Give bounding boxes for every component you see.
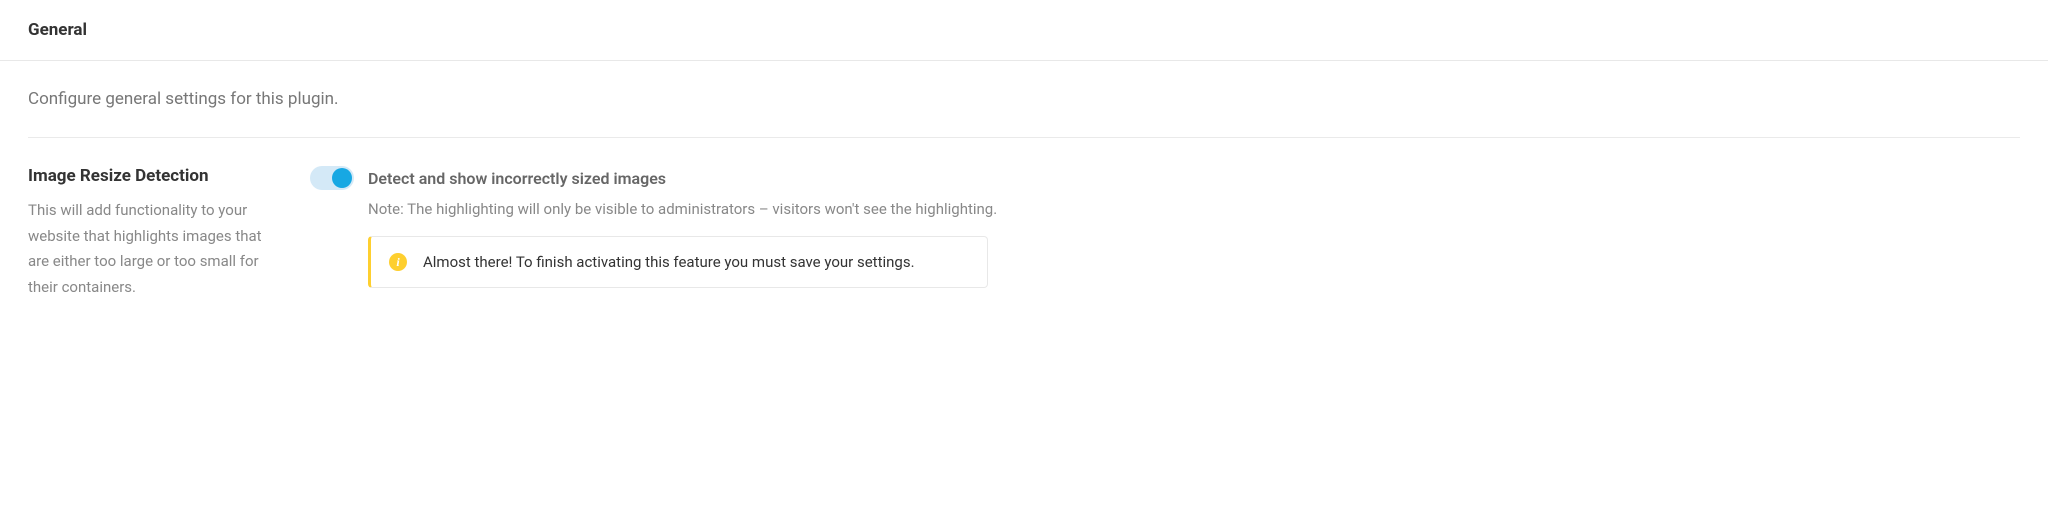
section-title: General [28, 20, 2020, 40]
alert-text: Almost there! To finish activating this … [423, 253, 915, 271]
image-resize-toggle[interactable] [310, 166, 354, 190]
info-icon-glyph: i [396, 255, 399, 270]
toggle-knob [332, 168, 352, 188]
toggle-row: Detect and show incorrectly sized images [310, 166, 2020, 190]
intro-text: Configure general settings for this plug… [28, 89, 2020, 109]
setting-right-col: Detect and show incorrectly sized images… [310, 166, 2020, 300]
content-area: Configure general settings for this plug… [0, 61, 2048, 328]
alert-box: i Almost there! To finish activating thi… [368, 236, 988, 288]
setting-row: Image Resize Detection This will add fun… [28, 138, 2020, 300]
section-header: General [0, 0, 2048, 61]
setting-description: This will add functionality to your webs… [28, 198, 278, 300]
info-icon: i [389, 253, 407, 271]
setting-title: Image Resize Detection [28, 166, 278, 186]
toggle-label: Detect and show incorrectly sized images [368, 169, 666, 188]
setting-note: Note: The highlighting will only be visi… [368, 200, 2020, 218]
setting-left-col: Image Resize Detection This will add fun… [28, 166, 278, 300]
